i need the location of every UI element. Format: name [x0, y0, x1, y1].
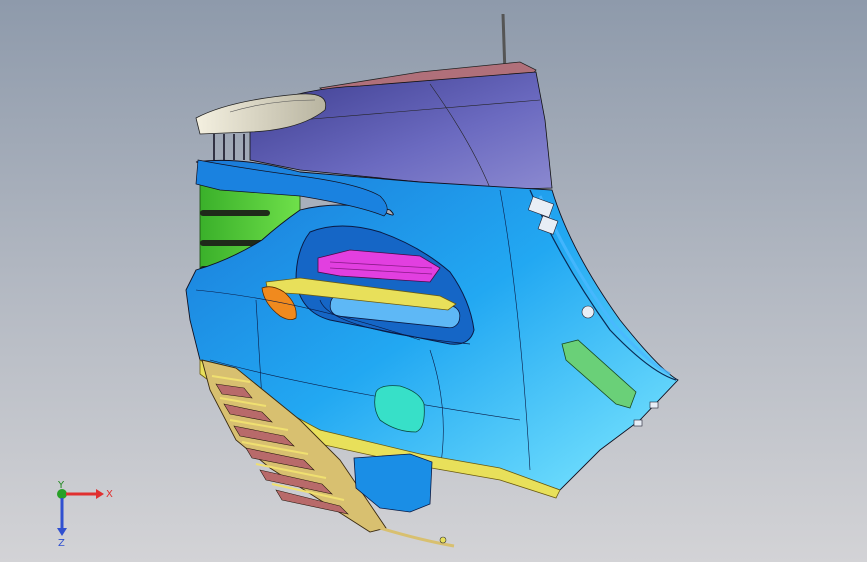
y-axis-label: Y [57, 480, 65, 491]
cad-viewport[interactable]: X Y Z [0, 0, 867, 562]
lamp-studs [213, 134, 245, 160]
bumper-assembly-model[interactable] [0, 0, 867, 562]
x-axis-label: X [106, 489, 113, 500]
z-axis-label: Z [58, 538, 65, 548]
orientation-triad: X Y Z [57, 480, 113, 548]
